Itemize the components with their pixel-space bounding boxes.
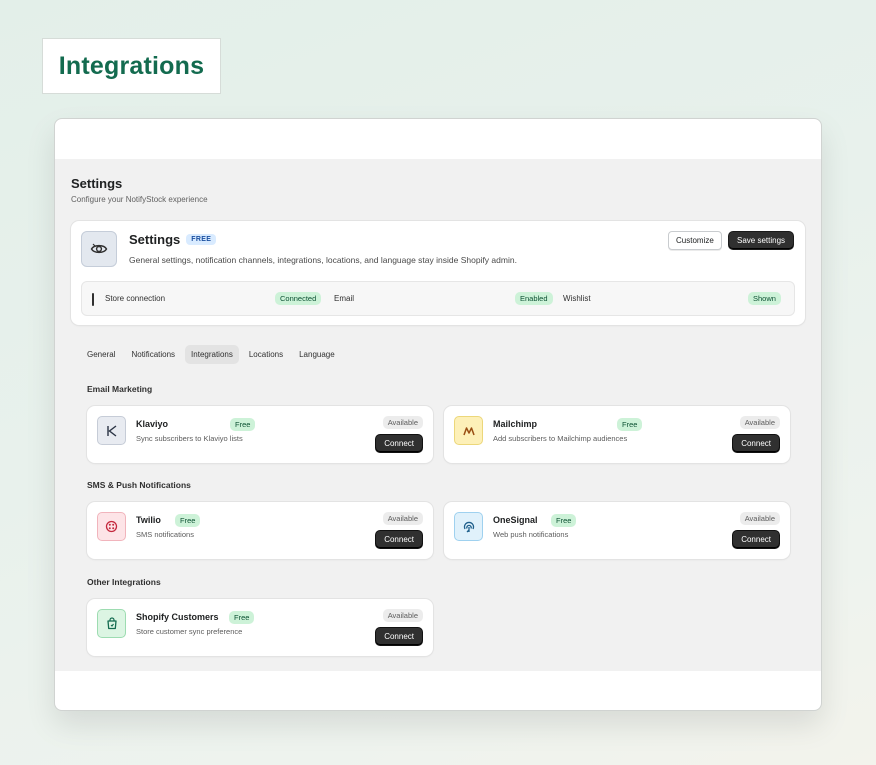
- integration-name: Shopify Customers: [136, 612, 219, 622]
- integration-description: Store customer sync preference: [136, 627, 243, 636]
- settings-hero-card: Settings FREE General settings, notifica…: [71, 221, 805, 325]
- eye-icon: [81, 231, 117, 267]
- integration-name: Twilio: [136, 515, 161, 525]
- status-label-email: Email: [334, 294, 355, 303]
- free-badge: Free: [617, 418, 643, 431]
- hero-title-row: Settings FREE: [129, 232, 217, 247]
- integration-description: Web push notifications: [493, 530, 569, 539]
- integration-description: Sync subscribers to Klaviyo lists: [136, 434, 243, 443]
- integration-description: SMS notifications: [136, 530, 194, 539]
- availability-badge: Available: [382, 416, 423, 429]
- status-accent-bar: [92, 293, 94, 306]
- hero-description: General settings, notification channels,…: [129, 255, 517, 265]
- tab-locations[interactable]: Locations: [243, 345, 289, 364]
- integration-name: Klaviyo: [136, 419, 169, 429]
- status-label-wishlist: Wishlist: [563, 294, 591, 303]
- availability-badge: Available: [739, 512, 780, 525]
- hero-title: Settings: [129, 232, 181, 247]
- status-badge-store: Connected: [275, 292, 322, 305]
- klaviyo-icon: [97, 416, 126, 445]
- customize-button[interactable]: Customize: [668, 231, 722, 250]
- onesignal-icon: [454, 512, 483, 541]
- settings-header: Settings Configure your NotifyStock expe…: [71, 176, 208, 204]
- integration-description: Add subscribers to Mailchimp audiences: [493, 434, 628, 443]
- status-badge-wishlist: Shown: [748, 292, 781, 305]
- section-title-other: Other Integrations: [87, 577, 161, 587]
- section-title-sms-push: SMS & Push Notifications: [87, 480, 191, 490]
- status-badge-email: Enabled: [515, 292, 553, 305]
- connect-shopify-customers-button[interactable]: Connect: [375, 627, 423, 646]
- plan-badge: FREE: [186, 234, 217, 245]
- integration-name: OneSignal: [493, 515, 538, 525]
- page-title-box: Integrations: [42, 38, 221, 94]
- settings-tabs: General Notifications Integrations Locat…: [81, 345, 341, 364]
- twilio-icon: [97, 512, 126, 541]
- tab-language[interactable]: Language: [293, 345, 341, 364]
- save-settings-button[interactable]: Save settings: [728, 231, 795, 250]
- app-content: Settings Configure your NotifyStock expe…: [55, 159, 821, 671]
- app-window: Settings Configure your NotifyStock expe…: [54, 118, 822, 711]
- section-title-email: Email Marketing: [87, 384, 153, 394]
- page-title: Integrations: [58, 51, 205, 80]
- tab-integrations[interactable]: Integrations: [185, 345, 239, 364]
- tab-general[interactable]: General: [81, 345, 121, 364]
- availability-badge: Available: [382, 609, 423, 622]
- integration-card-shopify-customers: Shopify Customers Free Store customer sy…: [87, 599, 433, 656]
- status-strip: Store connection Connected Email Enabled…: [81, 281, 795, 316]
- free-badge: Free: [551, 514, 577, 527]
- shopify-bag-icon: [97, 609, 126, 638]
- connect-onesignal-button[interactable]: Connect: [732, 530, 780, 549]
- integration-card-mailchimp: Mailchimp Free Add subscribers to Mailch…: [444, 406, 790, 463]
- free-badge: Free: [230, 418, 256, 431]
- free-badge: Free: [229, 611, 255, 624]
- integration-card-onesignal: OneSignal Free Web push notifications Av…: [444, 502, 790, 559]
- mailchimp-icon: [454, 416, 483, 445]
- free-badge: Free: [175, 514, 201, 527]
- availability-badge: Available: [382, 512, 423, 525]
- settings-title: Settings: [71, 176, 123, 191]
- availability-badge: Available: [739, 416, 780, 429]
- integration-name: Mailchimp: [493, 419, 538, 429]
- status-label-store: Store connection: [105, 294, 166, 303]
- integration-card-twilio: Twilio Free SMS notifications Available …: [87, 502, 433, 559]
- connect-mailchimp-button[interactable]: Connect: [732, 434, 780, 453]
- integration-card-klaviyo: Klaviyo Free Sync subscribers to Klaviyo…: [87, 406, 433, 463]
- settings-subtitle: Configure your NotifyStock experience: [71, 195, 208, 204]
- connect-klaviyo-button[interactable]: Connect: [375, 434, 423, 453]
- connect-twilio-button[interactable]: Connect: [375, 530, 423, 549]
- tab-notifications[interactable]: Notifications: [125, 345, 181, 364]
